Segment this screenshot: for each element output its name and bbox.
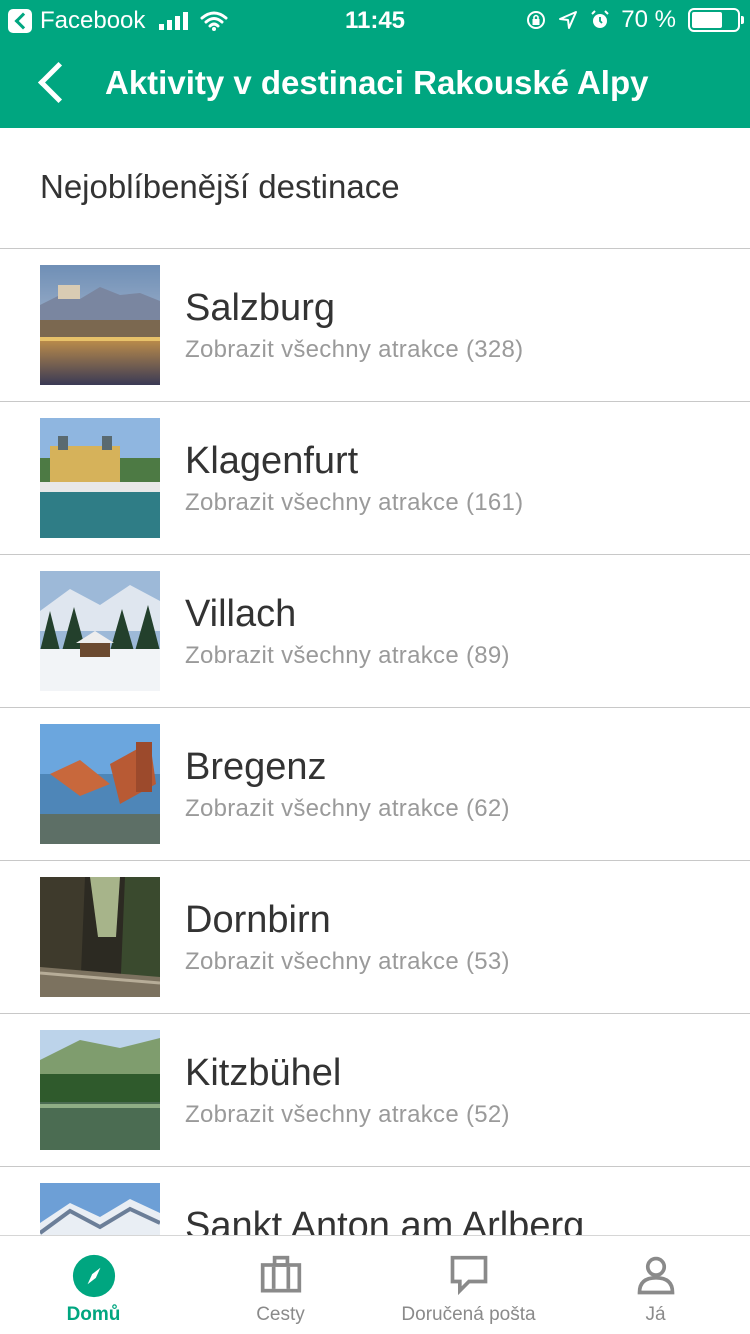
destination-row-sankt-anton[interactable]: Sankt Anton am Arlberg [0,1167,750,1235]
status-bar: Facebook 11:45 70 % [0,0,750,40]
destination-row-villach[interactable]: Villach Zobrazit všechny atrakce (89) [0,555,750,708]
tab-home[interactable]: Domů [0,1236,187,1334]
destination-name: Kitzbühel [185,1052,342,1094]
tab-label: Já [645,1304,666,1325]
destination-name: Klagenfurt [185,440,359,482]
location-icon [559,11,578,29]
destination-attractions-link[interactable]: Zobrazit všechny atrakce (53) [185,948,510,976]
alarm-icon [591,10,610,28]
battery-icon [688,8,744,32]
briefcase-icon [260,1255,301,1293]
destination-row-salzburg[interactable]: Salzburg Zobrazit všechny atrakce (328) [0,249,750,402]
destination-attractions-link[interactable]: Zobrazit všechny atrakce (328) [185,336,523,364]
tab-label: Doručená pošta [401,1304,536,1325]
tab-inbox[interactable]: Doručená pošta [375,1236,562,1334]
destination-photo [40,1183,160,1235]
tab-label: Domů [66,1304,121,1325]
destination-photo [40,571,160,691]
tab-bar: Domů Cesty Doručená pošta Já [0,1235,750,1334]
chat-bubble-icon [450,1255,487,1296]
destination-row-bregenz[interactable]: Bregenz Zobrazit všechny atrakce (62) [0,708,750,861]
section-title: Nejoblíbenější destinace [40,168,400,205]
destination-attractions-link[interactable]: Zobrazit všechny atrakce (89) [185,642,510,670]
destination-photo [40,877,160,997]
destination-row-dornbirn[interactable]: Dornbirn Zobrazit všechny atrakce (53) [0,861,750,1014]
destination-name: Sankt Anton am Arlberg [185,1205,585,1235]
destination-row-klagenfurt[interactable]: Klagenfurt Zobrazit všechny atrakce (161… [0,402,750,555]
compass-icon [72,1254,115,1298]
tab-trips[interactable]: Cesty [187,1236,374,1334]
destination-name: Dornbirn [185,899,331,941]
tab-me[interactable]: Já [562,1236,749,1334]
destination-photo [40,724,160,844]
destination-photo [40,1030,160,1150]
back-button[interactable] [32,62,72,106]
page-title: Aktivity v destinaci Rakouské Alpy [105,64,649,101]
destination-attractions-link[interactable]: Zobrazit všechny atrakce (62) [185,795,510,823]
status-right: 70 % [525,6,744,34]
destination-photo [40,265,160,385]
destination-attractions-link[interactable]: Zobrazit všechny atrakce (52) [185,1101,510,1129]
tab-label: Cesty [256,1304,305,1325]
destination-name: Villach [185,593,297,635]
rotation-lock-icon [527,11,546,29]
app-header: Facebook 11:45 70 % Aktivity v destinaci… [0,0,750,128]
person-icon [637,1256,674,1295]
destination-name: Bregenz [185,746,327,788]
destination-photo [40,418,160,538]
destination-name: Salzburg [185,287,335,329]
destination-row-kitzbuhel[interactable]: Kitzbühel Zobrazit všechny atrakce (52) [0,1014,750,1167]
destination-attractions-link[interactable]: Zobrazit všechny atrakce (161) [185,489,523,517]
destination-list: Salzburg Zobrazit všechny atrakce (328) … [0,249,750,1235]
battery-percent: 70 % [621,6,676,33]
